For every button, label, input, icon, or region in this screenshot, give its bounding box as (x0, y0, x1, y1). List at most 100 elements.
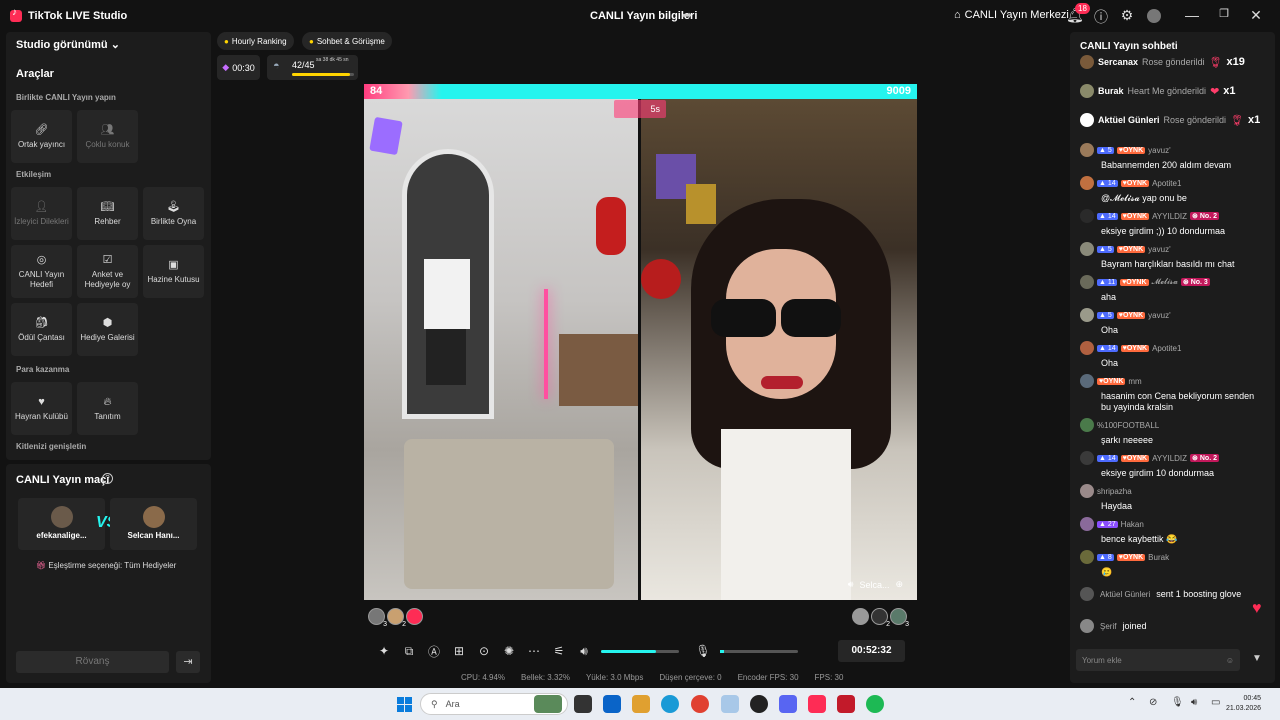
avatar[interactable] (1080, 209, 1094, 223)
help-icon[interactable]: ⓘ (1093, 7, 1109, 27)
message-user[interactable]: AYYILDIZ (1152, 212, 1187, 221)
studio-view-dropdown[interactable]: Studio görünümü ⌄ (16, 38, 120, 51)
volume-slider[interactable] (601, 649, 679, 653)
outlook-icon[interactable] (603, 695, 621, 713)
quest-chip[interactable]: ◓ 42/45 sa 38 dk 45 sn (267, 55, 358, 80)
avatar[interactable] (1080, 341, 1094, 355)
app-icon[interactable] (750, 695, 768, 713)
message-user[interactable]: yavuz' (1148, 245, 1170, 254)
treasure-tile[interactable]: ▣ Hazine Kutusu (143, 245, 204, 298)
fan-club-tile[interactable]: ♥ Hayran Kulübü (11, 382, 72, 435)
message-user[interactable]: 𝓜𝓮𝓵𝓲𝓼𝓪 (1152, 277, 1178, 287)
microphone-tray-icon[interactable]: 🎙︎ (1171, 697, 1184, 708)
tiktok-icon[interactable] (808, 695, 826, 713)
sliders-icon[interactable]: ⚟ (551, 644, 567, 658)
avatar[interactable] (1080, 308, 1094, 322)
level-badge: ▲ 14 (1097, 344, 1118, 352)
add-source-icon[interactable]: ⊞ (451, 644, 467, 658)
edge-icon[interactable] (661, 695, 679, 713)
avatar[interactable] (1080, 418, 1094, 432)
message-user[interactable]: yavuz' (1148, 146, 1170, 155)
minimize-icon[interactable]: — (1184, 7, 1200, 23)
chevron-up-icon[interactable]: ⌃ (1128, 697, 1136, 708)
volume-icon[interactable]: 🔊︎ (576, 644, 592, 659)
comment-input[interactable]: Yorum ekle ☺ (1076, 649, 1240, 671)
battery-icon[interactable]: ▭ (1211, 697, 1220, 708)
magic-wand-icon[interactable]: ✦ (376, 644, 392, 658)
gear-icon[interactable]: ⚙ (1119, 7, 1135, 24)
screen-share-icon[interactable]: ⧉ (401, 644, 417, 659)
record-icon[interactable]: ⊙ (476, 644, 492, 658)
remote-user-label[interactable]: 🔊︎ Selca... ⊕ (848, 579, 903, 590)
multi-guest-tile[interactable]: 👥︎ Çoklu konuk (77, 110, 138, 163)
poll-tile[interactable]: ☑ Anket ve Hediyeyle oy (77, 245, 138, 298)
supporter-avatar[interactable] (406, 608, 423, 625)
chrome-icon[interactable] (691, 695, 709, 713)
reward-bag-tile[interactable]: 🎒︎ Ödül Çantası (11, 303, 72, 356)
emoji-icon[interactable]: ☺ (1226, 656, 1234, 665)
avatar[interactable] (1080, 451, 1094, 465)
clock[interactable]: 00:45 21.03.2026 (1226, 694, 1261, 714)
exit-match-icon[interactable]: ⇥ (176, 651, 200, 673)
plus-icon[interactable]: ⊕ (895, 579, 903, 590)
message-user[interactable]: mm (1128, 377, 1141, 386)
avatar[interactable] (1080, 517, 1094, 531)
message-user[interactable]: %100FOOTBALL (1097, 421, 1159, 430)
share-icon[interactable]: ➦ (682, 8, 692, 22)
live-goal-tile[interactable]: ◎ CANLI Yayın Hedefi (11, 245, 72, 298)
player-card-1[interactable]: efekanalige... (18, 498, 105, 550)
live-center-link[interactable]: ⌂ CANLI Yayın Merkezi (954, 9, 1069, 21)
player-card-2[interactable]: Selcan Hanı... (110, 498, 197, 550)
sohbet-chip[interactable]: ● Sohbet & Görüşme (302, 32, 392, 50)
app-icon[interactable] (721, 695, 739, 713)
mic-slider[interactable] (720, 649, 798, 653)
profile-avatar[interactable] (1147, 9, 1161, 23)
effects-icon[interactable]: ✺ (501, 644, 517, 658)
info-icon[interactable]: ? (102, 473, 113, 484)
viewer-requests-tile[interactable]: 👤︎ İzleyici Dilekleri (11, 187, 72, 240)
windows-start-icon[interactable] (397, 697, 412, 712)
message-user[interactable]: shripazha (1097, 487, 1132, 496)
spotify-icon[interactable] (866, 695, 884, 713)
close-icon[interactable]: ✕ (1248, 7, 1264, 24)
search-highlight-icon[interactable] (534, 695, 562, 713)
maximize-icon[interactable]: ❐ (1216, 7, 1232, 20)
network-icon[interactable]: ⊘ (1149, 697, 1157, 708)
message-user[interactable]: Apotite1 (1152, 179, 1181, 188)
ai-icon[interactable]: Ⓐ (426, 643, 442, 660)
discord-icon[interactable] (779, 695, 797, 713)
volume-tray-icon[interactable]: 🔊︎ (1191, 697, 1197, 708)
task-view-icon[interactable] (574, 695, 592, 713)
message-user[interactable]: Burak (1148, 553, 1169, 562)
copilot-icon[interactable] (632, 695, 650, 713)
speaker-icon[interactable]: 🔊︎ (848, 579, 854, 590)
supporter-avatar[interactable]: 3 (368, 608, 387, 628)
message-user[interactable]: Hakan (1121, 520, 1144, 529)
microphone-icon[interactable]: 🎙︎ (695, 644, 711, 658)
supporter-avatar[interactable]: 2 (387, 608, 406, 628)
guide-tile[interactable]: 📖︎ Rehber (77, 187, 138, 240)
supporter-avatar[interactable] (852, 608, 869, 625)
filter-icon[interactable]: ▼ (1252, 653, 1262, 664)
avatar[interactable] (1080, 275, 1094, 289)
play-together-tile[interactable]: 🕹︎ Birlikte Oyna (143, 187, 204, 240)
avatar[interactable] (1080, 374, 1094, 388)
avatar[interactable] (1080, 550, 1094, 564)
avatar[interactable] (1080, 143, 1094, 157)
rematch-button[interactable]: Rövanş (16, 651, 169, 673)
supporter-avatar[interactable]: 3 (890, 608, 909, 628)
avatar[interactable] (1080, 242, 1094, 256)
more-icon[interactable]: ⋯ (526, 644, 542, 658)
message-user[interactable]: yavuz' (1148, 311, 1170, 320)
cohost-tile[interactable]: 🔗︎ Ortak yayıncı (11, 110, 72, 163)
supporter-avatar[interactable]: 2 (871, 608, 890, 628)
avatar[interactable] (1080, 484, 1094, 498)
hourly-ranking-chip[interactable]: ● Hourly Ranking (217, 32, 294, 50)
promote-tile[interactable]: 🔥︎ Tanıtım (77, 382, 138, 435)
message-user[interactable]: AYYILDIZ (1152, 454, 1187, 463)
timer-chip[interactable]: ◆ 00:30 (217, 55, 260, 80)
message-user[interactable]: Apotite1 (1152, 344, 1181, 353)
tiktok-live-studio-icon[interactable] (837, 695, 855, 713)
avatar[interactable] (1080, 176, 1094, 190)
gift-gallery-tile[interactable]: ⬢ Hediye Galerisi (77, 303, 138, 356)
